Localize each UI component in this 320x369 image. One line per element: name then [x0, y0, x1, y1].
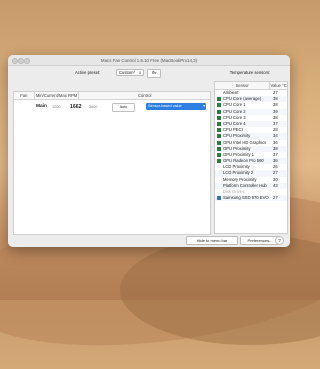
chevron-down-icon: ▾: [203, 104, 205, 108]
sensor-based-label: Sensor-based value: [148, 104, 182, 108]
chip-icon: [217, 140, 221, 145]
fan-row-main: Main 1200 1662 3600 Auto Sensor-based va…: [14, 100, 210, 113]
fan-max-rpm: 3600: [89, 104, 98, 109]
temperature-sensors-title: Temperature sensors:: [229, 70, 271, 75]
chip-icon: [217, 159, 221, 164]
preset-value: Custom*: [119, 69, 136, 75]
help-button[interactable]: ?: [275, 235, 284, 245]
chevron-down-icon: ▾: [155, 70, 157, 75]
fan-name: Main: [36, 104, 47, 109]
chip-icon: [217, 109, 221, 114]
control-column-header[interactable]: Control: [79, 92, 210, 99]
sensors-pane: Temperature sensors: Sensor Value °C Amb…: [214, 67, 288, 234]
fan-current-rpm: 1662: [70, 103, 82, 110]
auto-button[interactable]: Auto: [112, 103, 135, 112]
active-preset-label: Active preset:: [75, 70, 101, 75]
drive-icon: [217, 196, 221, 201]
fan-min-rpm: 1200: [52, 104, 61, 109]
sensors-table: Sensor Value °C Ambient 27 CPU Core (avera…: [214, 81, 288, 234]
window-title: Macs Fan Control 1.5.10 Free (MacBookPro…: [100, 57, 198, 63]
rpm-column-header[interactable]: Min/Current/Max RPM: [35, 92, 80, 99]
fans-table: Fan Min/Current/Max RPM Control Main 120…: [13, 91, 211, 235]
hide-to-menu-bar-button[interactable]: Hide to menu bar: [186, 235, 238, 245]
sensors-table-header: Sensor Value °C: [215, 82, 287, 90]
sensor-column-header[interactable]: Sensor: [215, 82, 271, 89]
fans-pane: Active preset: Custom* ⇕ ⚙▾ Fan Min/Curr…: [13, 67, 211, 235]
chip-icon: [217, 115, 221, 120]
preset-actions-button[interactable]: ⚙▾: [147, 68, 161, 78]
sensor-name: Samsung SSD 970 EVO Plus: [223, 195, 269, 201]
chip-icon: [217, 146, 221, 151]
chip-icon: [217, 134, 221, 139]
chip-icon: [217, 152, 221, 157]
fans-table-header: Fan Min/Current/Max RPM Control: [14, 92, 210, 100]
sensor-row[interactable]: Samsung SSD 970 EVO Plus 27: [215, 195, 287, 202]
chip-icon: [217, 97, 221, 102]
preferences-button[interactable]: Preferences...: [240, 235, 280, 245]
fan-column-header[interactable]: Fan: [14, 92, 35, 99]
chip-icon: [217, 128, 221, 133]
chip-icon: [217, 122, 221, 127]
sensor-rows: Ambient 27 CPU Core (average) 38 CPU Core 13…: [215, 90, 287, 202]
sensor-value: 27: [273, 195, 278, 201]
value-column-header[interactable]: Value °C: [270, 82, 287, 89]
preset-toolbar: Active preset: Custom* ⇕ ⚙▾: [13, 67, 209, 78]
preset-dropdown[interactable]: Custom* ⇕: [116, 68, 144, 76]
title-bar: Macs Fan Control 1.5.10 Free (MacBookPro…: [8, 55, 290, 66]
dropdown-arrows-icon: ⇕: [138, 70, 142, 75]
app-window: Macs Fan Control 1.5.10 Free (MacBookPro…: [8, 55, 290, 247]
bottom-bar: Hide to menu bar Preferences... ?: [8, 233, 290, 247]
chip-icon: [217, 103, 221, 108]
sensor-based-button[interactable]: Sensor-based value ▾: [146, 103, 206, 110]
